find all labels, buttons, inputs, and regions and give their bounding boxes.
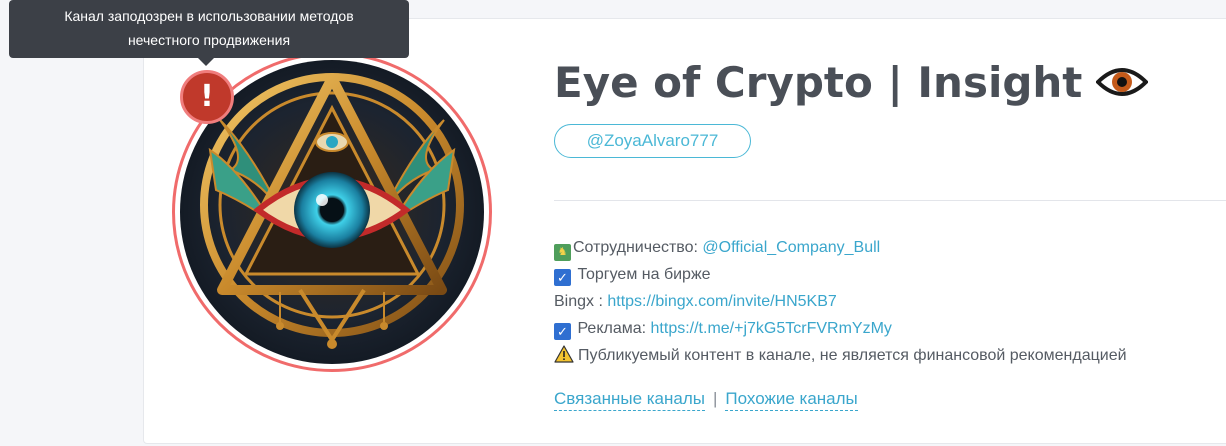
collab-link[interactable]: @Official_Company_Bull (702, 239, 880, 256)
description-line-ads: ✓ Реклама: https://t.me/+j7kG5TcrFVRmYzM… (554, 315, 1214, 342)
bingx-label: Bingx : (554, 293, 608, 310)
trade-text: Торгуем на бирже (577, 266, 711, 283)
tooltip-line-1: Канал заподозрен в использовании методов (64, 8, 354, 24)
ads-link[interactable]: https://t.me/+j7kG5TcrFVRmYzMy (651, 320, 892, 337)
ads-label: Реклама: (577, 320, 651, 337)
channel-title-text: Eye of Crypto | Insight (554, 58, 1083, 107)
tooltip-line-2: нечестного продвижения (127, 32, 291, 48)
checkbox-emoji-icon: ✓ (554, 323, 571, 340)
related-channels-link[interactable]: Связанные каналы (554, 389, 705, 411)
description-line-collab: ♞ Сотрудничество: @Official_Company_Bull (554, 234, 1214, 261)
warning-icon (554, 345, 574, 367)
fraud-warning-tooltip: Канал заподозрен в использовании методов… (9, 0, 409, 58)
link-separator: | (713, 389, 718, 408)
tooltip-arrow (198, 58, 214, 66)
description-line-trade: ✓ Торгуем на бирже (554, 261, 1214, 288)
channel-handle-link[interactable]: @ZoyaAlvaro777 (554, 124, 751, 158)
eye-icon (1095, 61, 1150, 110)
collab-label: Сотрудничество: (573, 239, 703, 256)
description-line-disclaimer: Публикуемый контент в канале, не являетс… (554, 342, 1214, 369)
disclaimer-text: Публикуемый контент в канале, не являетс… (578, 347, 1127, 364)
checkbox-emoji-icon: ✓ (554, 269, 571, 286)
channel-description: ♞ Сотрудничество: @Official_Company_Bull … (554, 234, 1214, 369)
similar-channels-link[interactable]: Похожие каналы (725, 389, 858, 411)
fraud-alert-icon[interactable]: ! (180, 70, 234, 124)
description-line-bingx: Bingx : https://bingx.com/invite/HN5KB7 (554, 288, 1214, 315)
collab-emoji-icon: ♞ (554, 244, 571, 261)
channel-title: Eye of Crypto | Insight (554, 58, 1150, 110)
divider (554, 200, 1226, 201)
bingx-link[interactable]: https://bingx.com/invite/HN5KB7 (607, 293, 836, 310)
related-links: Связанные каналы | Похожие каналы (554, 389, 858, 411)
